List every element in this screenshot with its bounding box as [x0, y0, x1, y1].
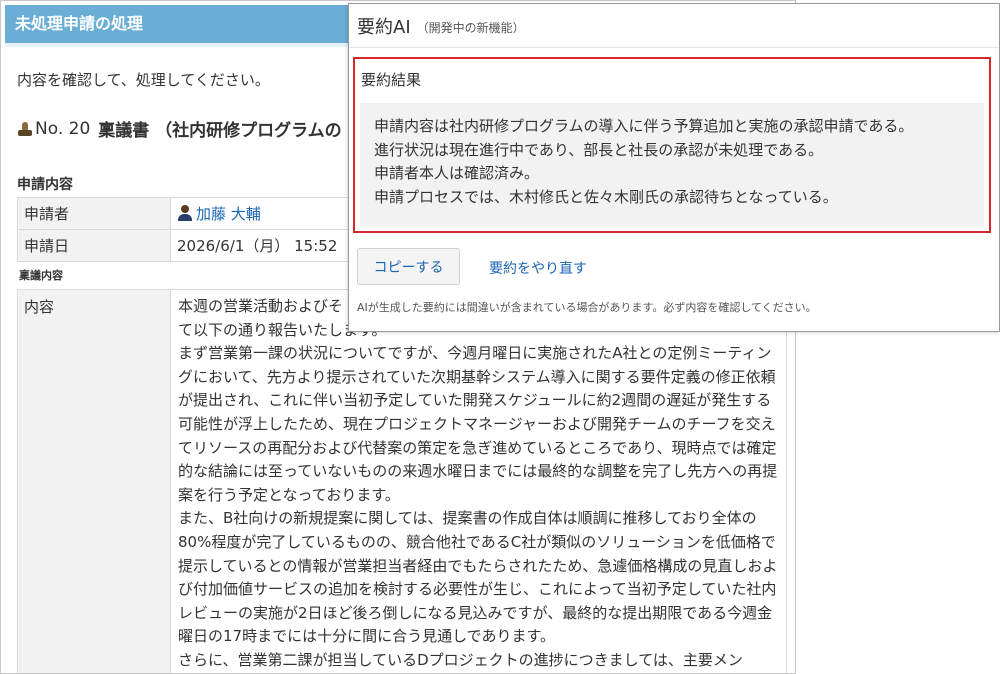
- ai-panel-title: 要約AI: [357, 16, 411, 38]
- request-number: No. 20: [35, 118, 91, 139]
- ai-summary-panel: 要約AI （開発中の新機能） 要約結果 申請内容は社内研修プログラムの導入に伴う…: [348, 3, 1000, 332]
- applicant-label: 申請者: [17, 197, 171, 230]
- content-label: 内容: [18, 290, 171, 673]
- applicant-link[interactable]: 加藤 大輔: [196, 205, 261, 223]
- request-document-title: 稟議書 （社内研修プログラムの: [98, 121, 342, 141]
- summary-result-text: 申請内容は社内研修プログラムの導入に伴う予算追加と実施の承認申請である。 進行状…: [360, 103, 984, 227]
- summary-line: 申請者本人は確認済み。: [374, 164, 540, 183]
- summary-result-box: 要約結果 申請内容は社内研修プログラムの導入に伴う予算追加と実施の承認申請である…: [353, 57, 991, 233]
- ringi-section-label: 稟議内容: [19, 269, 63, 282]
- content-row: 内容 本週の営業活動およびそ て以下の通り報告いたします。 まず営業第一課の状況…: [17, 289, 787, 673]
- ai-panel-subtitle: （開発中の新機能）: [416, 20, 525, 35]
- ai-disclaimer: AIが生成した要約には間違いが含まれている場合があります。必ず内容を確認してくだ…: [357, 301, 817, 314]
- content-body: 本週の営業活動およびそ て以下の通り報告いたします。 まず営業第一課の状況につい…: [178, 297, 778, 669]
- request-title: No. 20 稟議書 （社内研修プログラムの: [17, 116, 342, 141]
- summary-line: 申請内容は社内研修プログラムの導入に伴う予算追加と実施の承認申請である。: [374, 117, 914, 135]
- redo-summary-link[interactable]: 要約をやり直す: [489, 258, 587, 278]
- section-title: 申請内容: [17, 177, 73, 193]
- summary-line: 進行状況は現在進行中であり、部長と社長の承認が未処理である。: [374, 140, 824, 159]
- summary-result-label: 要約結果: [361, 71, 422, 89]
- copy-button[interactable]: コピーする: [357, 248, 460, 285]
- stamp-icon: [17, 121, 33, 137]
- summary-line: 申請プロセスでは、木村修氏と佐々木剛氏の承認待ちとなっている。: [374, 187, 838, 206]
- instruction-text: 内容を確認して、処理してください。: [17, 71, 270, 89]
- date-label: 申請日: [17, 229, 171, 262]
- user-icon: [177, 205, 193, 221]
- ai-panel-header: 要約AI （開発中の新機能）: [349, 4, 999, 48]
